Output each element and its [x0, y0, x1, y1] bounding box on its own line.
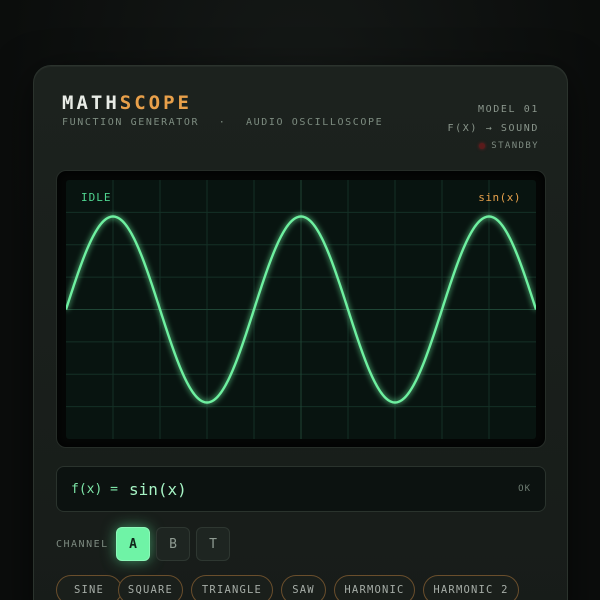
brand-part-scope: SCOPE	[119, 92, 192, 114]
waveform-harmonic-2-button[interactable]: HARMONIC 2	[423, 575, 519, 600]
status-indicator: STANDBY	[479, 141, 539, 151]
channel-a-button[interactable]: A	[116, 527, 150, 561]
brand-part-math: MATH	[62, 92, 120, 114]
status-text: STANDBY	[491, 141, 539, 151]
waveform-triangle-button[interactable]: TRIANGLE	[191, 575, 273, 600]
tagline: F(X) → SOUND	[447, 123, 539, 134]
scope-display	[66, 180, 536, 439]
function-prefix: f(x) =	[71, 482, 118, 497]
oscilloscope-device: MATHSCOPE FUNCTION GENERATOR · AUDIO OSC…	[33, 65, 568, 600]
scope-bezel: IDLE sin(x)	[56, 170, 546, 448]
waveform-sine-button[interactable]: SINE	[56, 575, 122, 600]
subtitle-right: AUDIO OSCILLOSCOPE	[246, 117, 384, 128]
subtitle-separator: ·	[218, 117, 227, 128]
subtitle-left: FUNCTION GENERATOR	[62, 117, 200, 128]
function-input-box: f(x) = OK	[56, 466, 546, 512]
waveform-saw-button[interactable]: SAW	[281, 575, 326, 600]
brand-logo: MATHSCOPE	[62, 92, 192, 114]
function-status: OK	[518, 484, 531, 494]
subtitle: FUNCTION GENERATOR · AUDIO OSCILLOSCOPE	[62, 117, 383, 128]
model-info: MODEL 01 F(X) → SOUND	[448, 100, 539, 138]
scope-function-label: sin(x)	[478, 191, 521, 204]
waveform-square-button[interactable]: SQUARE	[118, 575, 183, 600]
scope-screen: IDLE sin(x)	[66, 180, 536, 439]
scope-state-label: IDLE	[81, 191, 112, 204]
channel-label: CHANNEL	[56, 539, 109, 550]
function-input[interactable]	[129, 476, 489, 502]
status-led-icon	[479, 143, 486, 149]
channel-t-button[interactable]: T	[196, 527, 230, 561]
model-number: MODEL 01	[478, 104, 539, 115]
waveform-harmonic-button[interactable]: HARMONIC	[334, 575, 415, 600]
channel-b-button[interactable]: B	[156, 527, 190, 561]
